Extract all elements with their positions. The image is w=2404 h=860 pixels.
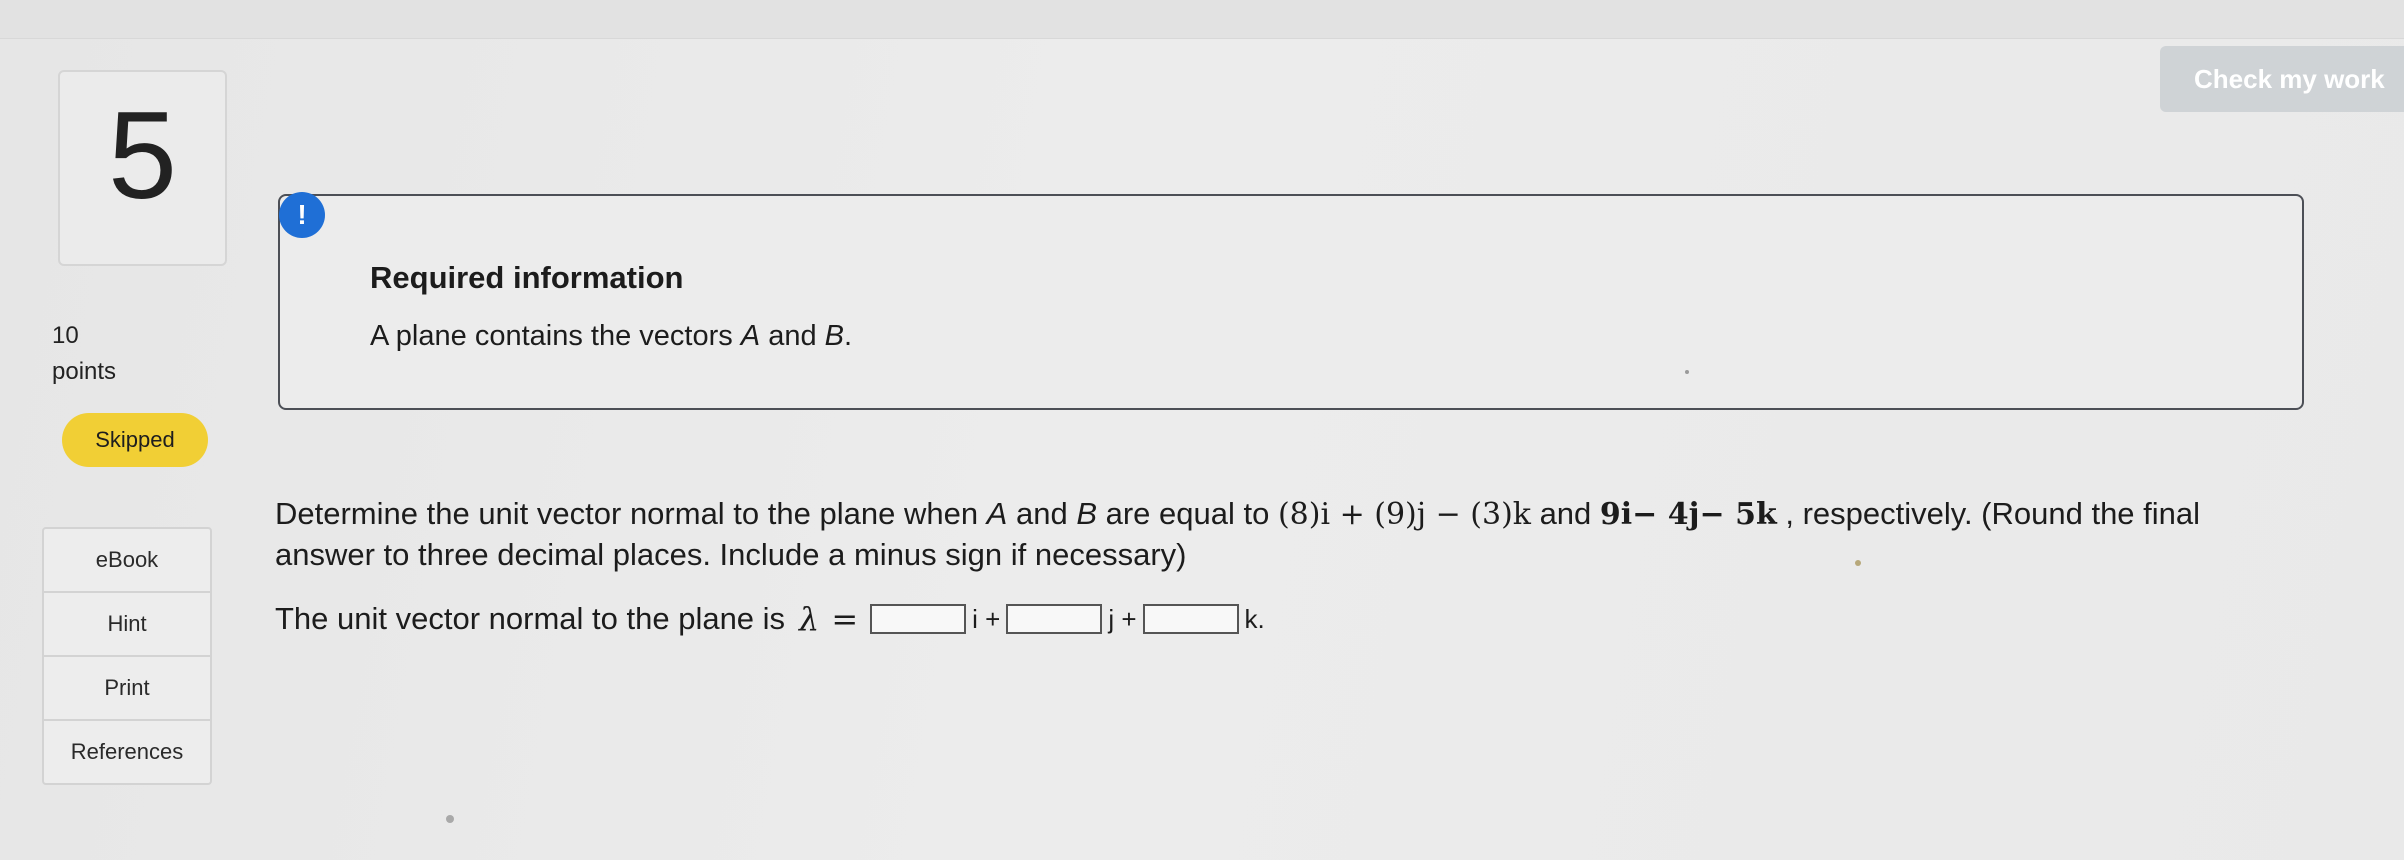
question-vector-b: B [1076,496,1097,531]
info-text-mid: and [760,320,825,352]
required-info-text: A plane contains the vectors A and B. [370,320,852,353]
screen-speck [1855,560,1861,566]
question-part-1: Determine the unit vector normal to the … [275,496,987,531]
question-number: 5 [108,87,177,225]
vector-a-expression: (8)i + (9)j − (3)k [1277,497,1531,532]
answer-line: The unit vector normal to the plane is λ… [275,600,1271,638]
question-text: Determine the unit vector normal to the … [275,494,2285,575]
question-vector-a: A [986,496,1008,531]
points-value: 10 [52,322,79,349]
hint-link[interactable]: Hint [44,593,210,657]
vector-b-expression: 9i− 4j− 5k [1599,497,1777,532]
i-unit-label: i + [972,603,1001,634]
screen-speck [446,815,454,823]
print-link[interactable]: Print [44,657,210,721]
check-my-work-button[interactable]: Check my work [2160,46,2404,112]
equals-sign: = [831,600,859,638]
resource-list: eBook Hint Print References [42,527,212,785]
question-part-4: and [1530,496,1600,531]
k-unit-label: k. [1244,603,1265,634]
answer-lead-text: The unit vector normal to the plane is [275,601,786,636]
required-info-title: Required information [370,260,684,295]
vector-b-label: B [824,320,844,352]
required-info-box [278,194,2304,410]
j-unit-label: j + [1108,603,1137,634]
screen-speck [1685,370,1689,374]
status-badge: Skipped [62,413,208,467]
info-text-suffix: . [843,320,853,352]
ebook-link[interactable]: eBook [44,529,210,593]
question-number-box: 5 [58,70,227,266]
alert-icon: ! [279,192,325,238]
points-label: points [52,358,117,385]
info-text-prefix: A plane contains the vectors [370,320,741,352]
question-part-3: are equal to [1097,496,1278,531]
j-component-input[interactable] [1006,604,1103,634]
i-component-input[interactable] [870,604,967,634]
vector-a-label: A [740,320,761,352]
top-bar [0,0,2404,39]
lambda-symbol: λ [799,600,820,638]
k-component-input[interactable] [1142,604,1239,634]
question-part-2: and [1007,496,1077,531]
references-link[interactable]: References [44,721,210,783]
